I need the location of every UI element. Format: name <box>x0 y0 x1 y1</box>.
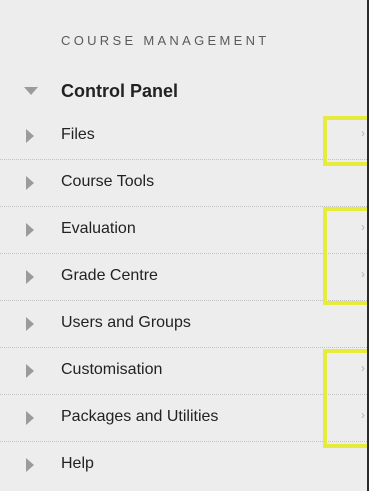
triangle-right-icon[interactable] <box>26 411 34 425</box>
triangle-right-icon[interactable] <box>26 270 34 284</box>
menu-item-users-and-groups[interactable]: Users and Groups <box>0 301 369 348</box>
chevron-right-icon[interactable]: › <box>361 221 365 233</box>
chevron-right-icon[interactable]: › <box>361 409 365 421</box>
menu-item-label[interactable]: Files <box>61 126 95 144</box>
course-management-panel: COURSE MANAGEMENT Control Panel Files › … <box>0 0 369 491</box>
menu-item-label[interactable]: Help <box>61 455 94 473</box>
menu-item-label[interactable]: Customisation <box>61 361 162 379</box>
menu-item-customisation[interactable]: Customisation › <box>0 348 369 395</box>
triangle-right-icon[interactable] <box>26 223 34 237</box>
menu-item-files[interactable]: Files › <box>0 113 369 160</box>
triangle-right-icon[interactable] <box>26 364 34 378</box>
chevron-right-icon[interactable]: › <box>361 362 365 374</box>
control-panel-menu: Files › Course Tools Evaluation › Grade … <box>0 113 369 489</box>
triangle-down-icon[interactable] <box>24 87 38 95</box>
panel-heading: COURSE MANAGEMENT <box>61 33 270 48</box>
triangle-right-icon[interactable] <box>26 317 34 331</box>
chevron-right-icon[interactable]: › <box>361 127 365 139</box>
menu-item-evaluation[interactable]: Evaluation › <box>0 207 369 254</box>
triangle-right-icon[interactable] <box>26 458 34 472</box>
menu-item-help[interactable]: Help <box>0 442 369 489</box>
menu-item-label[interactable]: Course Tools <box>61 173 154 191</box>
menu-item-label[interactable]: Grade Centre <box>61 267 158 285</box>
menu-item-packages-and-utilities[interactable]: Packages and Utilities › <box>0 395 369 442</box>
menu-item-grade-centre[interactable]: Grade Centre › <box>0 254 369 301</box>
chevron-right-icon[interactable]: › <box>361 268 365 280</box>
triangle-right-icon[interactable] <box>26 176 34 190</box>
menu-item-course-tools[interactable]: Course Tools <box>0 160 369 207</box>
menu-item-label[interactable]: Packages and Utilities <box>61 408 218 426</box>
triangle-right-icon[interactable] <box>26 129 34 143</box>
control-panel-section[interactable]: Control Panel <box>0 69 369 113</box>
menu-item-label[interactable]: Evaluation <box>61 220 136 238</box>
menu-item-label[interactable]: Users and Groups <box>61 314 191 332</box>
control-panel-title[interactable]: Control Panel <box>61 81 178 102</box>
